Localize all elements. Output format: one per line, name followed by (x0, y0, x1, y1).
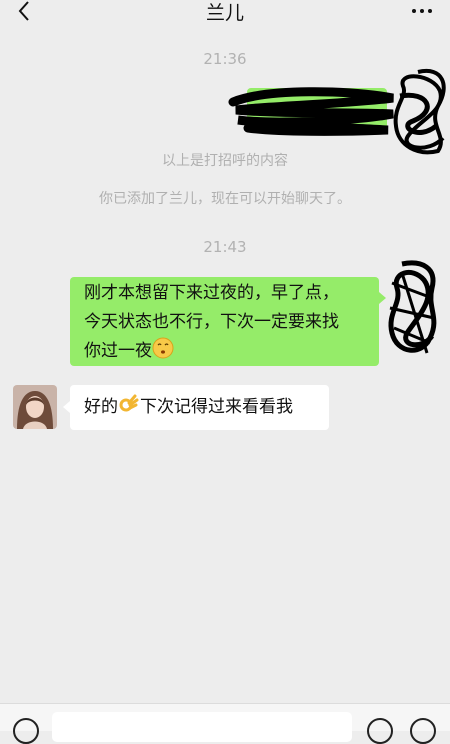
received-message-bubble: 好的 下次记得过来看看我 (70, 385, 329, 430)
system-message-greeting: 以上是打招呼的内容 (162, 153, 288, 169)
system-message-added: 你已添加了兰儿，现在可以开始聊天了。 (99, 191, 351, 207)
sent-message-bubble: 刚才本想留下来过夜的，早了点， 今天状态也不行，下次一定要来找 你过一夜 (70, 277, 379, 366)
more-dots-icon[interactable] (410, 1, 434, 21)
contact-avatar-image (13, 385, 57, 429)
message-input[interactable] (52, 712, 352, 742)
own-avatar-scribble (393, 68, 446, 155)
plus-icon[interactable] (410, 718, 436, 744)
received-message-part-2: 下次记得过来看看我 (140, 397, 293, 417)
sent-message-line-1: 刚才本想留下来过夜的，早了点， (84, 283, 339, 303)
voice-icon[interactable] (13, 718, 39, 744)
greeting-scribble (228, 87, 394, 136)
kiss-emoji-icon (152, 337, 174, 359)
chat-title: 兰儿 (205, 2, 244, 24)
emoji-icon[interactable] (367, 718, 393, 744)
sent-message-line-3: 你过一夜 (84, 341, 152, 361)
received-bubble-tail (63, 401, 70, 413)
received-message-part-1: 好的 (84, 397, 118, 417)
sent-message-line-2: 今天状态也不行，下次一定要来找 (84, 312, 339, 332)
own-avatar-scribble-2 (388, 260, 437, 354)
ok-hand-emoji-icon (119, 394, 139, 412)
chat-header: 兰儿 (0, 0, 450, 26)
contact-avatar[interactable] (13, 385, 57, 429)
timestamp-first: 21:36 (203, 50, 247, 68)
timestamp-second: 21:43 (203, 238, 247, 256)
